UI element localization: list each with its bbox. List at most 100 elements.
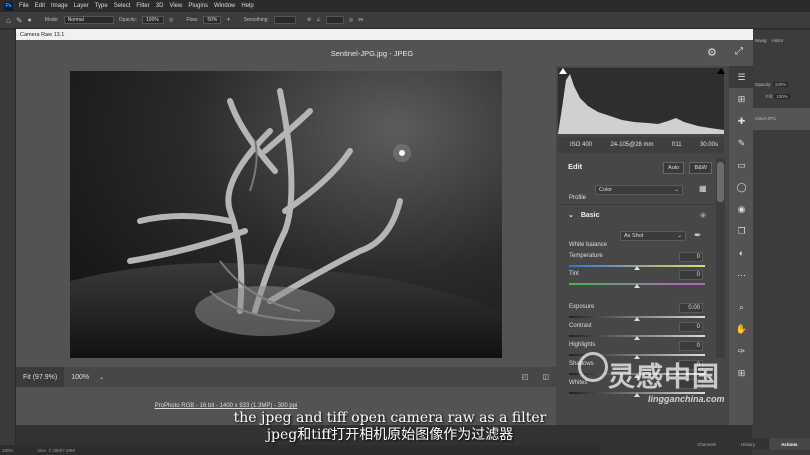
graduated-filter-icon[interactable]: ▭: [729, 154, 754, 176]
crop-preview-icon[interactable]: ◰: [515, 367, 536, 387]
camera-info-bar: ISO 400 24-105@28 mm f/11 30.00s: [558, 137, 724, 153]
layer-fill-value[interactable]: 100%: [774, 94, 790, 99]
histogram: [558, 68, 724, 134]
menu-type[interactable]: Type: [95, 3, 108, 9]
zoom-100-label: 100%: [71, 373, 90, 381]
menu-3d[interactable]: 3D: [156, 3, 164, 9]
slider-label: Tint: [569, 271, 579, 277]
menu-view[interactable]: View: [169, 3, 182, 9]
menu-window[interactable]: Window: [214, 3, 235, 9]
color-space-info[interactable]: ProPhoto RGB - 16 bit - 1400 x 933 (1.3M…: [155, 403, 298, 409]
tab-histogram[interactable]: Histor: [772, 38, 784, 43]
menu-help[interactable]: Help: [241, 3, 253, 9]
opacity-value: 100%: [146, 17, 159, 23]
grid-icon[interactable]: ⊞: [729, 362, 754, 384]
layer-opacity-value[interactable]: 100%: [772, 82, 789, 87]
doc-status-bar: 100% Doc: 7.49M/7.49M: [0, 445, 600, 455]
visibility-eye-icon[interactable]: ◉: [700, 211, 706, 219]
flow-field[interactable]: 50%: [203, 16, 222, 24]
slider-thumb[interactable]: [634, 284, 640, 288]
before-after-icon[interactable]: ◫: [535, 367, 556, 387]
snapshots-icon[interactable]: ❐: [729, 220, 754, 242]
angle-field[interactable]: [325, 16, 344, 24]
dialog-title: Camera Raw 13.1: [20, 31, 65, 38]
smoothing-settings-icon[interactable]: ⚙: [307, 17, 311, 23]
opacity-field[interactable]: 100%: [142, 16, 165, 24]
photo-preview[interactable]: [70, 71, 502, 358]
menu-filter[interactable]: Filter: [136, 3, 149, 9]
menu-layer[interactable]: Layer: [74, 3, 89, 9]
doc-zoom: 100%: [2, 447, 14, 453]
slider-label: Temperature: [569, 253, 603, 259]
profile-select[interactable]: Color ⌄: [595, 185, 683, 195]
chevron-down-icon: ⌄: [677, 233, 682, 239]
slider-thumb[interactable]: [634, 336, 640, 340]
symmetry-icon[interactable]: ⋈: [358, 17, 363, 23]
layer-row[interactable]: ntinel-JPG: [752, 108, 810, 130]
smoothing-label: Smoothing:: [243, 17, 269, 23]
doc-size[interactable]: Doc: 7.49M/7.49M: [38, 448, 75, 453]
menu-image[interactable]: Image: [51, 3, 68, 9]
hand-icon[interactable]: ✋: [729, 318, 754, 340]
pressure-opacity-icon[interactable]: ◎: [169, 17, 173, 23]
slider-value-field[interactable]: 0.00: [679, 303, 703, 313]
menubar: Ps File Edit Image Layer Type Select Fil…: [0, 0, 810, 12]
zoom-fit-button[interactable]: Fit (97.9%): [16, 367, 65, 387]
basic-title: Basic: [580, 212, 600, 219]
color-sampler-icon[interactable]: ✑: [729, 340, 754, 362]
slider-value-field[interactable]: 0: [679, 322, 703, 332]
profile-browser-icon[interactable]: ▦: [699, 184, 707, 193]
more-icon[interactable]: ⋯: [729, 264, 754, 286]
radial-filter-icon[interactable]: ◯: [729, 176, 754, 198]
ps-tools-panel: [0, 30, 16, 455]
zoom-bar: Fit (97.9%) 100% ⌄ ◰ ◫: [16, 367, 556, 387]
shadow-clipping-icon[interactable]: [559, 68, 567, 74]
slider-value-field[interactable]: 0: [679, 341, 703, 351]
tab-navigator[interactable]: Navig: [755, 38, 767, 43]
settings-gear-icon[interactable]: ⚙: [707, 46, 717, 59]
white-balance-value: As Shot: [624, 233, 644, 239]
brush-preset-icon[interactable]: ●: [28, 17, 32, 24]
white-balance-select[interactable]: As Shot ⌄: [620, 231, 686, 241]
slider-thumb[interactable]: [634, 317, 640, 321]
profile-label: Profile: [569, 195, 587, 201]
airbrush-icon[interactable]: ✈: [226, 17, 230, 23]
bw-button[interactable]: B&W: [689, 161, 712, 174]
panel-scroll-thumb[interactable]: [717, 162, 724, 202]
chevron-down-icon: ⌄: [674, 187, 679, 193]
red-eye-icon[interactable]: ◉: [729, 198, 754, 220]
slider-thumb[interactable]: [634, 266, 640, 270]
subtitle-cn: jpeg和tiff打开相机原始图像作为过滤器: [266, 427, 514, 443]
highlight-clipping-icon[interactable]: [717, 68, 725, 74]
crop-icon[interactable]: ⊞: [729, 88, 754, 110]
layer-name: ntinel-JPG: [755, 116, 777, 121]
zoom-icon[interactable]: ⌕: [729, 296, 754, 318]
basic-section-header[interactable]: ⌄ Basic: [568, 211, 600, 219]
slider-value-field[interactable]: 0: [679, 252, 703, 262]
fullscreen-toggle-icon[interactable]: ⤢: [735, 46, 743, 57]
auto-button[interactable]: Auto: [663, 161, 685, 174]
brush-tool-icon[interactable]: ✎: [16, 16, 23, 25]
pressure-size-icon[interactable]: ◎: [349, 17, 353, 23]
subtitle-en: the jpeg and tiff open camera raw as a f…: [233, 410, 547, 426]
presets-icon[interactable]: ◐: [729, 242, 754, 264]
healing-icon[interactable]: ✚: [729, 110, 754, 132]
zoom-100-button[interactable]: 100% ⌄: [64, 367, 111, 387]
shutter-value: 30.00s: [699, 142, 718, 148]
menu-edit[interactable]: Edit: [35, 3, 45, 9]
camera-raw-toolstrip: ☰ ⊞ ✚ ✎ ▭ ◯ ◉ ❐ ◐ ⋯ ⌕ ✋ ✑ ⊞: [728, 66, 754, 425]
eyedropper-icon[interactable]: ✒: [694, 230, 702, 241]
edit-sliders-icon[interactable]: ☰: [729, 66, 754, 88]
mode-value: Normal: [67, 17, 84, 23]
profile-row: Profile: [569, 186, 586, 204]
angle-icon[interactable]: ∠: [316, 17, 320, 23]
menu-select[interactable]: Select: [114, 3, 131, 9]
slider-value-field[interactable]: 0: [679, 270, 703, 280]
home-icon[interactable]: ⌂: [6, 16, 11, 25]
adjustment-brush-icon[interactable]: ✎: [729, 132, 754, 154]
zoom-fit-label: Fit (97.9%): [23, 373, 58, 381]
menu-file[interactable]: File: [19, 3, 29, 9]
menu-plugins[interactable]: Plugins: [188, 3, 208, 9]
mode-select[interactable]: Normal: [63, 16, 114, 24]
smoothing-field[interactable]: [273, 16, 296, 24]
